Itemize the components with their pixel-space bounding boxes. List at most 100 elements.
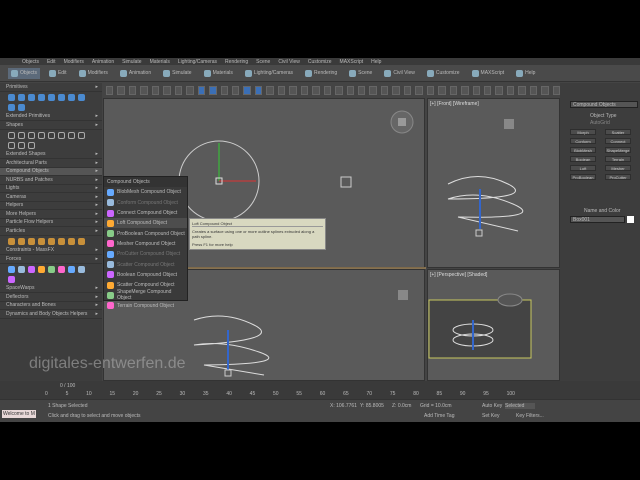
object-icon[interactable] <box>48 131 55 139</box>
flyout-item[interactable]: Connect Compound Object <box>104 208 187 218</box>
toolbar-button[interactable] <box>495 85 503 95</box>
category-9[interactable]: Helpers ▸ <box>0 202 102 210</box>
toolbar-button[interactable] <box>312 85 320 95</box>
flyout-item[interactable]: Terrain Compound Object <box>104 301 187 311</box>
object-icon[interactable] <box>38 237 45 245</box>
toolbar-button[interactable] <box>117 85 125 95</box>
menu-item-9[interactable]: Civil View <box>278 59 300 65</box>
category-8[interactable]: Cameras ▸ <box>0 193 102 202</box>
toolbar-button[interactable] <box>483 85 492 95</box>
toolbar-button[interactable] <box>541 85 549 95</box>
menu-item-6[interactable]: Lighting/Cameras <box>178 59 217 65</box>
ribbon-tab-11[interactable]: MAXScript <box>469 68 508 79</box>
name-field[interactable]: Box001 <box>570 216 625 223</box>
object-icon[interactable] <box>8 275 15 283</box>
toolbar-button[interactable] <box>529 85 538 95</box>
toolbar-button[interactable] <box>243 85 251 95</box>
object-icon[interactable] <box>78 93 85 101</box>
autogrid-checkbox[interactable]: AutoGrid <box>590 120 610 126</box>
toolbar-button[interactable] <box>380 85 389 95</box>
object-icon[interactable] <box>18 141 25 149</box>
toolbar-button[interactable] <box>277 85 286 95</box>
object-icon[interactable] <box>28 237 35 245</box>
toolbar-button[interactable] <box>174 85 183 95</box>
toolbar-button[interactable] <box>552 85 561 95</box>
flyout-item[interactable]: ProBoolean Compound Object <box>104 228 187 238</box>
toolbar-button[interactable] <box>106 85 114 95</box>
menu-item-2[interactable]: Modifiers <box>64 59 84 65</box>
object-icon[interactable] <box>78 131 85 139</box>
ribbon-tab-12[interactable]: Help <box>513 68 538 79</box>
object-icon[interactable] <box>8 265 15 273</box>
category-14[interactable]: Forces ▸ <box>0 255 102 264</box>
ribbon-tab-2[interactable]: Modifiers <box>76 68 111 79</box>
menu-item-11[interactable]: MAXScript <box>340 59 364 65</box>
toolbar-button[interactable] <box>266 85 274 95</box>
y-coord[interactable]: Y: 85.8005 <box>360 403 384 409</box>
toolbar-button[interactable] <box>197 85 206 95</box>
auto-key-button[interactable]: Auto Key <box>482 403 502 409</box>
toolbar-button[interactable] <box>369 85 377 95</box>
toolbar-button[interactable] <box>151 85 160 95</box>
object-icon[interactable] <box>8 141 15 149</box>
toolbar-button[interactable] <box>163 85 171 95</box>
flyout-item[interactable]: Loft Compound Object <box>104 218 187 229</box>
object-icon[interactable] <box>78 265 85 273</box>
create-boolean-button[interactable]: Boolean <box>570 156 596 162</box>
object-icon[interactable] <box>38 93 45 101</box>
add-time-tag[interactable]: Add Time Tag <box>424 413 454 419</box>
object-icon[interactable] <box>28 93 35 101</box>
category-0[interactable]: Primitives ▸ <box>0 83 102 92</box>
key-filters-button[interactable]: Key Filters... <box>516 413 544 419</box>
maxscript-listener[interactable]: Welcome to M <box>2 410 36 418</box>
category-16[interactable]: Deflectors ▸ <box>0 293 102 302</box>
category-10[interactable]: More Helpers ▸ <box>0 210 102 219</box>
category-3[interactable]: Extended Shapes ▸ <box>0 151 102 159</box>
toolbar-button[interactable] <box>254 85 263 95</box>
menu-item-1[interactable]: Edit <box>47 59 56 65</box>
object-icon[interactable] <box>48 237 55 245</box>
toolbar-button[interactable] <box>449 85 458 95</box>
object-icon[interactable] <box>68 237 75 245</box>
object-icon[interactable] <box>58 237 65 245</box>
create-scatter-button[interactable]: Scatter <box>605 129 631 135</box>
category-18[interactable]: Dynamics and Body Objects Helpers ▸ <box>0 310 102 319</box>
category-15[interactable]: SpaceWarps ▸ <box>0 285 102 293</box>
object-icon[interactable] <box>48 265 55 273</box>
toolbar-button[interactable] <box>426 85 435 95</box>
create-connect-button[interactable]: Connect <box>605 138 631 144</box>
ribbon-tab-8[interactable]: Scene <box>346 68 375 79</box>
ribbon-tab-0[interactable]: Objects <box>8 67 40 79</box>
z-coord[interactable]: Z: 0.0cm <box>392 403 411 409</box>
toolbar-button[interactable] <box>231 85 240 95</box>
object-icon[interactable] <box>8 93 15 101</box>
toolbar-button[interactable] <box>518 85 526 95</box>
toolbar-button[interactable] <box>128 85 137 95</box>
category-dropdown[interactable]: Compound Objects <box>570 101 638 108</box>
toolbar-button[interactable] <box>289 85 297 95</box>
flyout-item[interactable]: BlobMesh Compound Object <box>104 187 187 197</box>
toolbar-button[interactable] <box>186 85 194 95</box>
object-icon[interactable] <box>68 265 75 273</box>
menu-item-8[interactable]: Scene <box>256 59 270 65</box>
menu-item-12[interactable]: Help <box>371 59 381 65</box>
ribbon-tab-7[interactable]: Rendering <box>302 68 340 79</box>
menu-item-4[interactable]: Simulate <box>122 59 141 65</box>
flyout-item[interactable]: Boolean Compound Object <box>104 270 187 280</box>
category-7[interactable]: Lights ▸ <box>0 185 102 193</box>
flyout-item[interactable]: ShapeMerge Compound Object <box>104 289 187 301</box>
toolbar-button[interactable] <box>140 85 148 95</box>
toolbar-button[interactable] <box>346 85 354 95</box>
object-icon[interactable] <box>48 93 55 101</box>
object-icon[interactable] <box>58 131 65 139</box>
object-icon[interactable] <box>58 93 65 101</box>
toolbar-button[interactable] <box>461 85 469 95</box>
object-icon[interactable] <box>18 103 25 111</box>
category-13[interactable]: Constraints - MassFX ▸ <box>0 247 102 255</box>
object-icon[interactable] <box>8 103 15 111</box>
ribbon-tab-9[interactable]: Civil View <box>381 68 418 79</box>
key-set-dropdown[interactable]: Selected <box>505 403 535 409</box>
time-slider[interactable]: 0 / 100 <box>60 383 75 389</box>
object-icon[interactable] <box>18 93 25 101</box>
viewport-front[interactable]: [+] [Front] [Wireframe] <box>427 98 560 268</box>
